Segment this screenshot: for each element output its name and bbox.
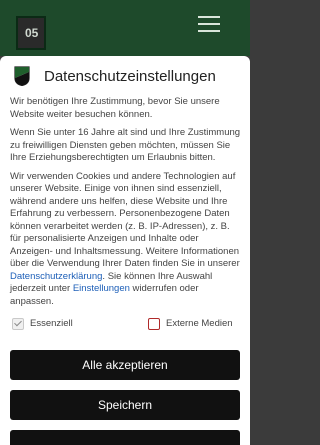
dialog-header: Datenschutzeinstellungen — [12, 66, 238, 88]
consent-text-3: Wir verwenden Cookies und andere Technol… — [10, 171, 242, 309]
privacy-consent-dialog: Datenschutzeinstellungen Wir benötigen I… — [0, 56, 250, 445]
site-logo-text: 05 — [25, 26, 39, 40]
consent-text-3a: Wir verwenden Cookies und andere Technol… — [10, 170, 240, 270]
consent-options: Essenziell Externe Medien — [10, 318, 242, 334]
dialog-content: Wir benötigen Ihre Zustimmung, bevor Sie… — [10, 96, 242, 314]
settings-link[interactable]: Einstellungen — [73, 283, 130, 294]
consent-text-1: Wir benötigen Ihre Zustimmung, bevor Sie… — [10, 96, 220, 120]
dialog-title: Datenschutzeinstellungen — [44, 68, 216, 85]
menu-icon[interactable] — [198, 16, 220, 32]
save-button[interactable]: Speichern — [10, 390, 240, 420]
brand-logo-icon — [14, 66, 30, 86]
essential-label: Essenziell — [30, 318, 73, 329]
external-media-label: Externe Medien — [166, 318, 233, 329]
privacy-policy-link[interactable]: Datenschutzerklärung — [10, 271, 102, 282]
accept-all-button[interactable]: Alle akzeptieren — [10, 350, 240, 380]
essential-checkbox[interactable] — [12, 318, 24, 330]
consent-text-2: Wenn Sie unter 16 Jahre alt sind und Ihr… — [10, 127, 241, 163]
more-options-button[interactable] — [10, 430, 240, 445]
external-media-checkbox[interactable] — [148, 318, 160, 330]
site-header: 05 — [0, 0, 250, 56]
